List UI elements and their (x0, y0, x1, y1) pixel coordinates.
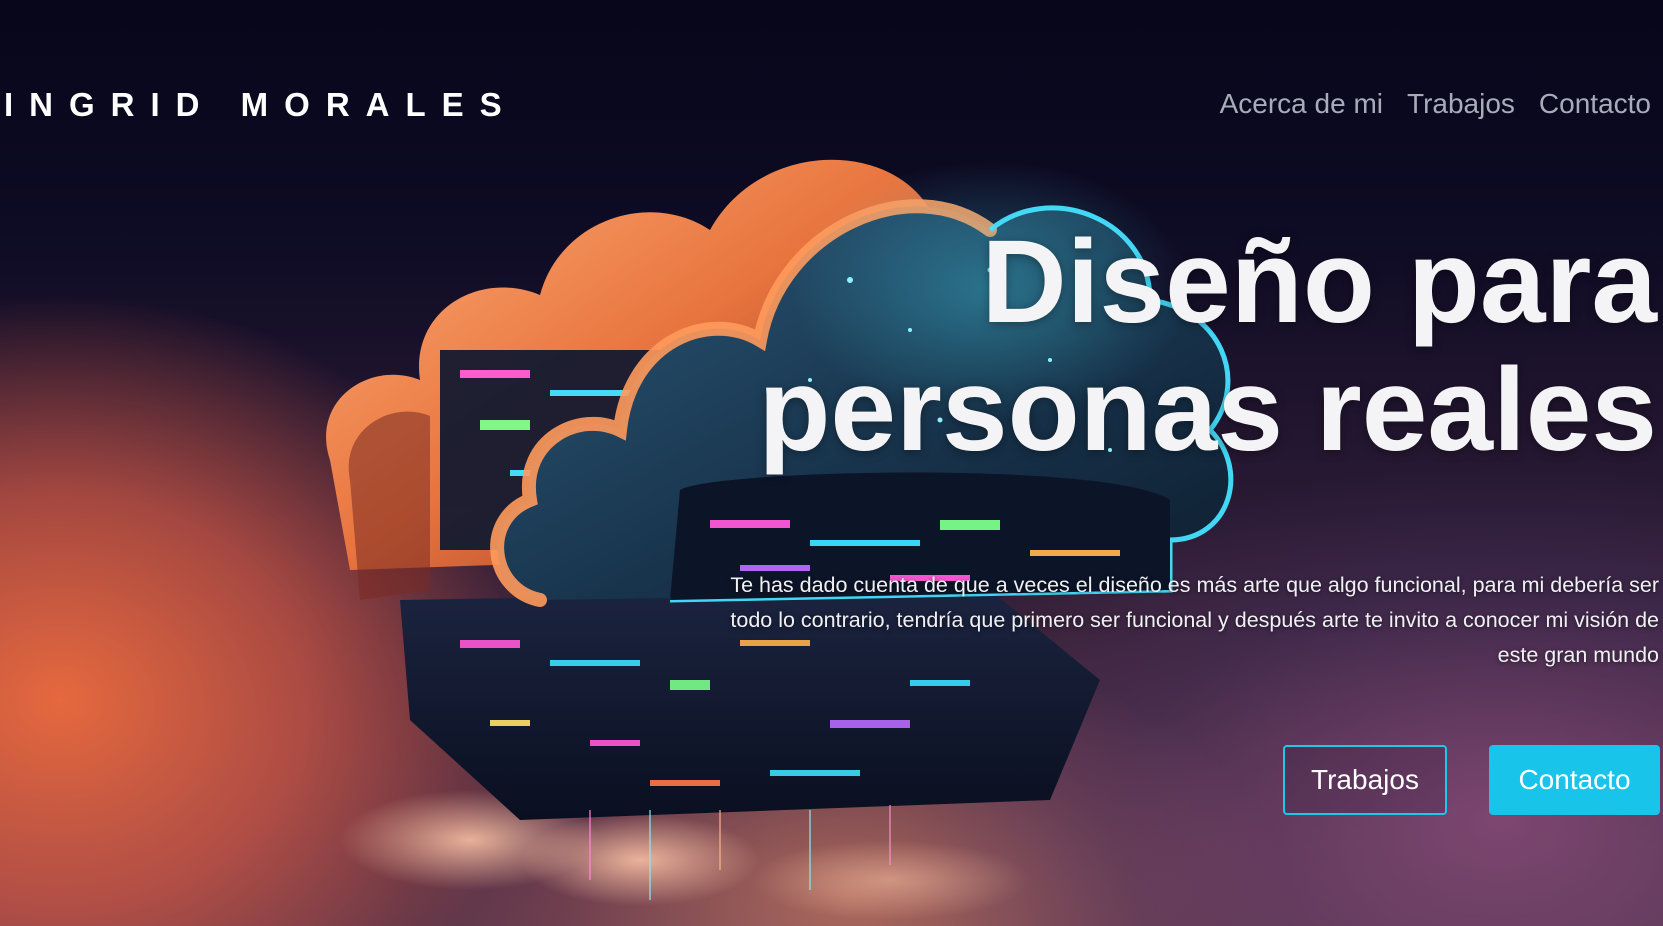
hero-title-line-2: personas reales (758, 344, 1657, 476)
landing-page: INGRID MORALES Acerca de mi Trabajos Con… (0, 0, 1663, 926)
main-nav: Acerca de mi Trabajos Contacto (1220, 88, 1651, 120)
contact-button[interactable]: Contacto (1489, 745, 1660, 815)
hero-description: Te has dado cuenta de que a veces el dis… (730, 573, 1659, 667)
hero-title: Diseño para personas reales (758, 218, 1657, 474)
works-button[interactable]: Trabajos (1283, 745, 1447, 815)
brand-logo[interactable]: INGRID MORALES (4, 86, 518, 124)
nav-link-contact[interactable]: Contacto (1539, 88, 1651, 120)
nav-link-about[interactable]: Acerca de mi (1220, 88, 1383, 120)
hero-title-line-1: Diseño para (981, 216, 1657, 348)
nav-link-works[interactable]: Trabajos (1407, 88, 1515, 120)
